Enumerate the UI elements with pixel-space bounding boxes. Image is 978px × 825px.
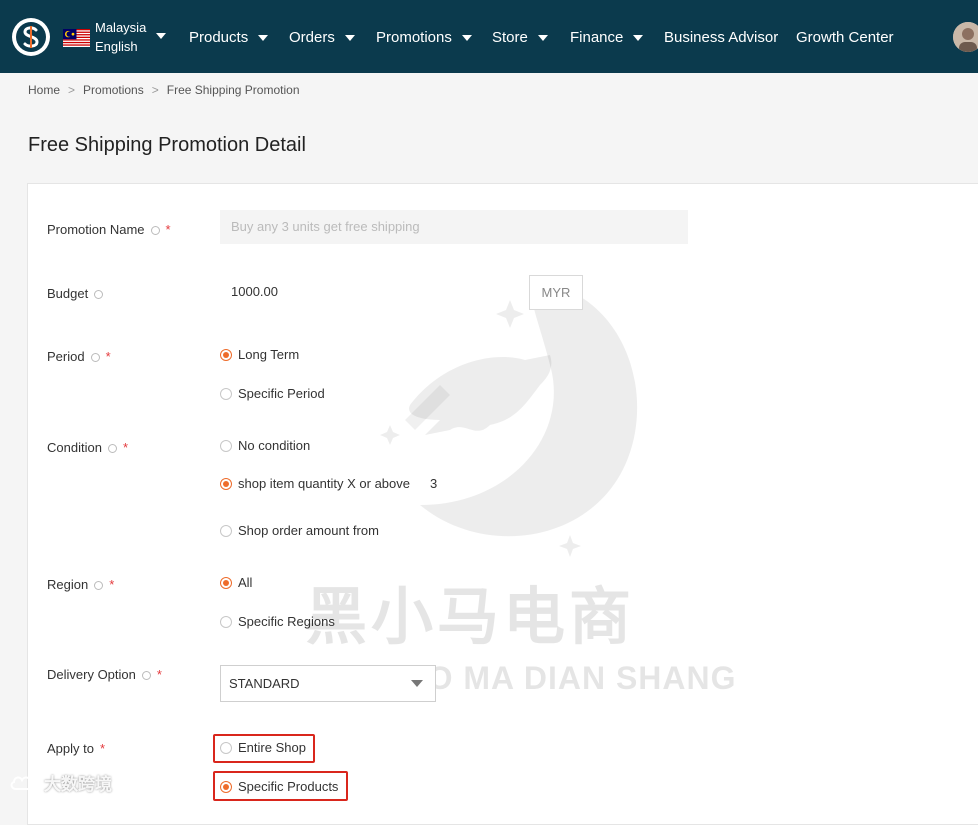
breadcrumb-separator: > (151, 83, 159, 97)
label-text: Region (47, 577, 89, 592)
label-text: Delivery Option (47, 667, 136, 682)
region-label: Region * (47, 577, 114, 592)
apply-entire-shop-radio[interactable]: Entire Shop (220, 740, 306, 755)
info-icon[interactable] (141, 671, 151, 681)
delivery-option-label: Delivery Option * (47, 667, 162, 682)
malaysia-flag-icon (63, 29, 90, 47)
cloud-logo-icon (10, 776, 35, 790)
nav-label: Store (492, 29, 528, 46)
radio-label: Specific Period (238, 386, 325, 401)
page-title: Free Shipping Promotion Detail (28, 134, 306, 156)
nav-business-advisor[interactable]: Business Advisor (664, 29, 778, 46)
info-icon[interactable] (90, 353, 100, 363)
radio-label: Shop order amount from (238, 523, 379, 538)
breadcrumb-separator: > (68, 83, 76, 97)
radio-label: shop item quantity X or above (238, 476, 410, 491)
radio-icon (220, 615, 232, 628)
chevron-down-icon (344, 34, 355, 41)
info-icon[interactable] (94, 581, 104, 591)
select-value: STANDARD (229, 676, 300, 691)
budget-label: Budget (47, 286, 104, 301)
condition-order-amount-radio[interactable]: Shop order amount from (220, 523, 379, 538)
label-text: Condition (47, 440, 102, 455)
required-asterisk: * (105, 349, 111, 364)
nav-label: Products (189, 29, 249, 46)
breadcrumb: Home > Promotions > Free Shipping Promotion (28, 83, 300, 97)
label-text: Apply to (47, 741, 94, 756)
region-label: Malaysia (95, 20, 147, 35)
chevron-down-icon (411, 680, 423, 687)
quantity-value[interactable]: 3 (430, 476, 437, 491)
region-all-radio[interactable]: All (220, 575, 252, 590)
required-asterisk: * (99, 741, 106, 756)
nav-label: Orders (289, 29, 335, 46)
radio-label: Entire Shop (238, 740, 306, 755)
budget-input[interactable]: 1000.00 (231, 284, 278, 299)
nav-label: Business Advisor (664, 29, 779, 46)
period-long-term-radio[interactable]: Long Term (220, 347, 299, 362)
required-asterisk: * (165, 222, 171, 237)
radio-label: All (238, 575, 253, 590)
radio-icon (220, 387, 232, 400)
language-label: English (95, 39, 138, 54)
condition-label: Condition * (47, 440, 128, 455)
logo-icon[interactable] (12, 18, 50, 56)
radio-selected-icon (220, 348, 232, 361)
corner-watermark-text: 大数跨境 (44, 775, 112, 794)
nav-growth-center[interactable]: Growth Center (796, 29, 894, 46)
label-text: Promotion Name (47, 222, 145, 237)
nav-promotions[interactable]: Promotions (376, 29, 472, 46)
apply-to-label: Apply to * (47, 741, 105, 756)
nav-label: Promotions (376, 29, 452, 46)
avatar[interactable] (953, 22, 978, 52)
watermark-chinese-text: 黑小马电商 (305, 583, 636, 652)
condition-quantity-radio[interactable]: shop item quantity X or above (220, 476, 410, 491)
currency-addon: MYR (529, 275, 583, 310)
label-text: Budget (47, 286, 89, 301)
required-asterisk: * (122, 440, 128, 455)
required-asterisk: * (156, 667, 162, 682)
chevron-down-icon[interactable] (156, 33, 166, 39)
breadcrumb-home[interactable]: Home (28, 83, 60, 97)
info-icon[interactable] (94, 290, 104, 300)
info-icon[interactable] (107, 444, 117, 454)
apply-specific-products-radio[interactable]: Specific Products (220, 779, 338, 794)
chevron-down-icon (537, 34, 548, 41)
nav-label: Growth Center (796, 29, 894, 46)
corner-watermark: 大数跨境 (8, 770, 112, 795)
promotion-name-input[interactable]: Buy any 3 units get free shipping (220, 210, 688, 244)
locale-selector[interactable]: Malaysia English (95, 18, 146, 56)
required-asterisk: * (109, 577, 115, 592)
radio-icon (220, 524, 232, 537)
radio-selected-icon (220, 477, 232, 490)
label-text: Period (47, 349, 85, 364)
nav-label: Finance (570, 29, 624, 46)
promotion-name-label: Promotion Name * (47, 222, 171, 237)
chevron-down-icon (633, 34, 644, 41)
period-specific-radio[interactable]: Specific Period (220, 386, 325, 401)
nav-finance[interactable]: Finance (570, 29, 644, 46)
radio-icon (220, 439, 232, 452)
region-specific-radio[interactable]: Specific Regions (220, 614, 335, 629)
radio-label: No condition (238, 438, 311, 453)
radio-label: Long Term (238, 347, 300, 362)
radio-selected-icon (220, 780, 232, 793)
radio-label: Specific Products (238, 779, 339, 794)
promotion-detail-card (27, 183, 978, 825)
radio-icon (220, 741, 232, 754)
radio-label: Specific Regions (238, 614, 335, 629)
nav-store[interactable]: Store (492, 29, 548, 46)
breadcrumb-promotions[interactable]: Promotions (83, 83, 144, 97)
nav-orders[interactable]: Orders (289, 29, 355, 46)
top-navigation-bar: Malaysia English Products Orders Promoti… (0, 0, 978, 73)
radio-selected-icon (220, 576, 232, 589)
breadcrumb-current: Free Shipping Promotion (166, 83, 300, 97)
delivery-option-select[interactable]: STANDARD (220, 665, 436, 702)
condition-none-radio[interactable]: No condition (220, 438, 310, 453)
chevron-down-icon (258, 34, 269, 41)
info-icon[interactable] (150, 226, 160, 236)
period-label: Period * (47, 349, 111, 364)
chevron-down-icon (461, 34, 472, 41)
nav-products[interactable]: Products (189, 29, 269, 46)
